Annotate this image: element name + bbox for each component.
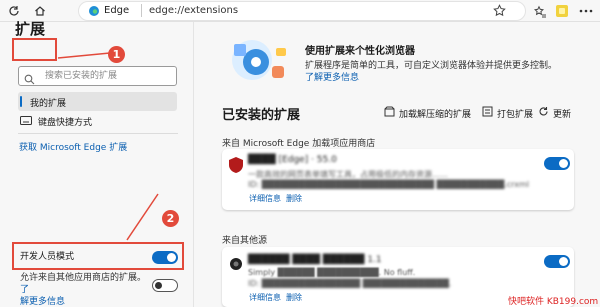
extension-description: 一款高效的网页表单填写工具，占用极低的内存资源…… xyxy=(248,170,448,179)
browser-toolbar: Edge edge://extensions xyxy=(0,0,600,22)
extension-toggle[interactable] xyxy=(544,157,570,170)
extension-logo-icon xyxy=(229,157,243,177)
extensions-icon[interactable] xyxy=(554,3,570,19)
installed-extensions-title: 已安装的扩展 xyxy=(222,108,301,123)
extension-name: ██████ ████ ██████ 1.1 xyxy=(248,255,382,265)
favorite-star-icon[interactable] xyxy=(493,4,506,24)
pack-icon xyxy=(482,106,497,120)
refresh-icon[interactable] xyxy=(6,3,22,19)
annotation-badge-2: 2 xyxy=(162,210,179,227)
annotation-box-title xyxy=(12,38,57,61)
pack-extension-button[interactable]: 打包扩展 xyxy=(482,106,533,120)
extension-toggle[interactable] xyxy=(544,255,570,268)
annotation-arrow-2 xyxy=(126,193,159,241)
divider xyxy=(18,133,178,134)
learn-more-link-part1[interactable]: 了 xyxy=(20,285,29,295)
extension-name: ████ [Edge] · 55.0 xyxy=(248,155,337,165)
update-icon xyxy=(538,106,553,120)
update-button[interactable]: 更新 xyxy=(538,106,571,120)
address-bar[interactable]: Edge edge://extensions xyxy=(78,1,526,21)
promo-learn-more-link[interactable]: 了解更多信息 xyxy=(305,70,359,83)
vertical-divider xyxy=(193,22,194,307)
extension-id: ID: ████████████████████████████ ███████… xyxy=(248,180,530,189)
active-indicator xyxy=(20,96,22,107)
toggle-knob xyxy=(155,282,162,289)
get-extensions-link[interactable]: 获取 Microsoft Edge 扩展 xyxy=(19,140,127,153)
watermark: 快吧软件 KB199.com xyxy=(508,297,599,307)
section-store-title: 来自 Microsoft Edge 加载项应用商店 xyxy=(222,139,376,149)
remove-link[interactable]: 删除 xyxy=(286,193,302,204)
url-text[interactable]: edge://extensions xyxy=(149,2,238,20)
search-input[interactable]: 搜索已安装的扩展 xyxy=(18,66,177,86)
page-title: 扩展 xyxy=(15,20,46,38)
toggle-knob xyxy=(167,253,176,262)
search-icon xyxy=(24,70,35,89)
allow-other-stores-toggle[interactable] xyxy=(152,279,178,292)
address-divider xyxy=(141,4,142,17)
home-icon[interactable] xyxy=(32,3,48,19)
allow-other-stores-text: 允许来自其他应用商店的扩展。了 解更多信息 xyxy=(20,273,147,307)
details-link[interactable]: 详细信息 xyxy=(249,292,281,303)
developer-mode-toggle[interactable] xyxy=(152,251,178,264)
annotation-badge-1: 1 xyxy=(108,46,125,63)
section-other-title: 来自其他源 xyxy=(222,236,268,246)
sidebar-item-my-extensions-label[interactable]: 我的扩展 xyxy=(30,96,66,109)
promo-title: 使用扩展来个性化浏览器 xyxy=(305,46,415,57)
details-link[interactable]: 详细信息 xyxy=(249,193,281,204)
extensions-illustration-icon xyxy=(232,40,286,80)
learn-more-link-part2[interactable]: 解更多信息 xyxy=(20,297,65,307)
toggle-knob xyxy=(559,159,568,168)
more-icon[interactable] xyxy=(578,3,594,19)
toggle-knob xyxy=(559,257,568,266)
load-unpacked-button[interactable]: 加载解压缩的扩展 xyxy=(384,106,471,120)
sidebar-item-shortcuts[interactable]: 键盘快捷方式 xyxy=(20,115,92,128)
keyboard-icon xyxy=(20,115,38,128)
remove-link[interactable]: 删除 xyxy=(286,292,302,303)
load-unpacked-icon xyxy=(384,106,399,120)
developer-mode-label: 开发人员模式 xyxy=(20,252,75,262)
extension-card: ████ [Edge] · 55.0 一款高效的网页表单填写工具，占用极低的内存… xyxy=(222,149,574,210)
extension-id: ID: ████████████████ ██████████████. xyxy=(248,279,452,288)
annotation-arrow-1 xyxy=(57,52,110,59)
extension-description: Simply ██████ ██████████. No fluff. xyxy=(248,268,416,277)
extension-logo-icon xyxy=(229,256,243,275)
browser-app-name: Edge xyxy=(104,5,130,16)
favorites-icon[interactable] xyxy=(532,3,548,19)
